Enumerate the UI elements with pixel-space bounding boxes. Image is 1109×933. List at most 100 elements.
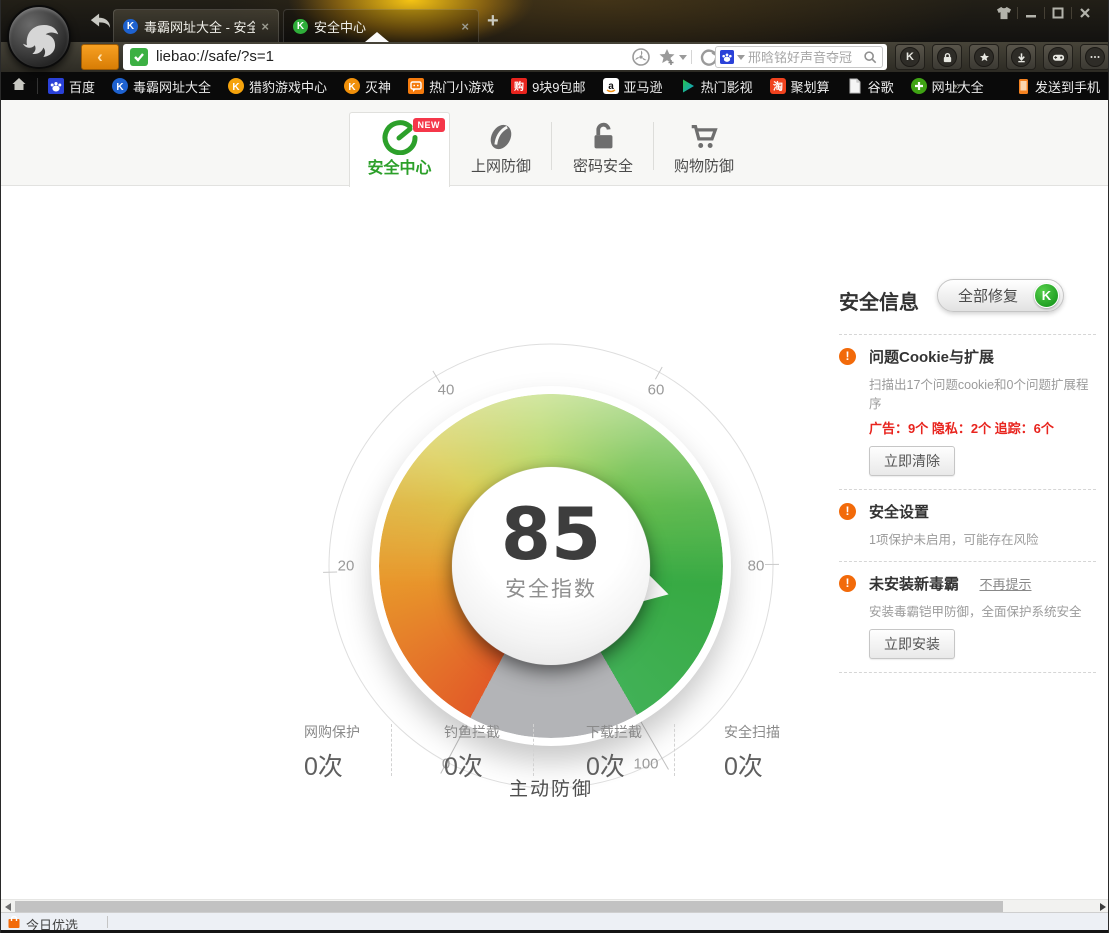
stat-shopping-protection: 网购保护 0次 xyxy=(304,722,360,783)
address-bar[interactable]: liebao://safe/?s=1 xyxy=(123,44,887,70)
download-arrow-icon xyxy=(1011,47,1031,67)
privacy-lock-button[interactable] xyxy=(932,44,962,70)
bookmark-hot-games[interactable]: 热门小游戏 xyxy=(408,77,494,96)
home-icon[interactable] xyxy=(11,76,27,97)
skin-theme-icon[interactable] xyxy=(991,4,1017,22)
games-button[interactable] xyxy=(1043,44,1073,70)
cheetah-icon xyxy=(16,14,66,64)
mieshen-k-icon: K xyxy=(344,78,360,94)
dubba-favicon: K xyxy=(123,19,138,34)
bookmark-dubba[interactable]: K 毒霸网址大全 xyxy=(112,77,211,96)
tab-close-icon[interactable]: × xyxy=(461,19,469,34)
duba-k-button[interactable]: K xyxy=(895,44,925,70)
maximize-button[interactable] xyxy=(1045,4,1071,22)
new-badge: NEW xyxy=(413,118,446,132)
clean-now-button[interactable]: 立即清除 xyxy=(869,446,955,476)
divider xyxy=(674,724,675,776)
divider xyxy=(107,916,108,928)
gauge-tick-60: 60 xyxy=(648,382,665,399)
magnifier-icon[interactable] xyxy=(863,50,877,64)
gauge-center-disc: 85 安全指数 xyxy=(452,467,650,665)
bookmark-9kuai9[interactable]: 购 9块9包邮 xyxy=(511,77,585,96)
site-safe-check-icon xyxy=(130,48,148,66)
tab-password-security[interactable]: 密码安全 xyxy=(553,112,653,184)
bookmark-liebao-games[interactable]: K 猎豹游戏中心 xyxy=(228,77,327,96)
tab-security-center[interactable]: NEW 安全中心 xyxy=(349,112,450,187)
gou-shopping-icon: 购 xyxy=(511,78,527,94)
scrollbar-thumb[interactable] xyxy=(15,901,1003,912)
alert-icon: ! xyxy=(839,503,856,520)
status-bar: 今日优选 xyxy=(1,912,1109,930)
toolbar-buttons: K xyxy=(895,44,1109,70)
scroll-left-arrow-icon[interactable] xyxy=(5,903,11,911)
bookmark-baidu[interactable]: 百度 xyxy=(48,77,95,96)
add-favorite-star-icon[interactable] xyxy=(657,47,677,67)
bookmark-juhuasuan[interactable]: 淘 聚划算 xyxy=(770,77,830,96)
baidu-search-engine-icon[interactable] xyxy=(720,50,734,64)
ellipsis-icon xyxy=(1085,47,1105,67)
bookmarks-overflow-chevron[interactable]: » xyxy=(953,78,961,93)
downloads-button[interactable] xyxy=(1006,44,1036,70)
bookmark-hot-video[interactable]: 热门影视 xyxy=(680,77,753,96)
fan-accelerator-icon[interactable] xyxy=(631,47,651,67)
gauge-tick-80: 80 xyxy=(748,558,765,575)
divider xyxy=(37,78,38,94)
page-content: NEW 安全中心 上网防御 密码安全 购物防御 xyxy=(1,100,1109,899)
bookmark-google[interactable]: 谷歌 xyxy=(847,77,894,96)
protection-stats: 网购保护 0次 钓鱼拦截 0次 下载拦截 0次 安全扫描 0次 xyxy=(1,722,1109,782)
send-to-phone-button[interactable]: 发送到手机 xyxy=(1018,72,1100,100)
duba-k-icon: K xyxy=(112,78,128,94)
more-menu-button[interactable] xyxy=(1080,44,1109,70)
favorite-dropdown-icon[interactable] xyxy=(679,55,687,60)
scroll-right-arrow-icon[interactable] xyxy=(1100,903,1106,911)
fix-all-button[interactable]: 全部修复 K xyxy=(937,279,1064,312)
stat-download-block: 下载拦截 0次 xyxy=(586,722,642,783)
dont-remind-link[interactable]: 不再提示 xyxy=(979,577,1031,592)
leaf-shield-icon xyxy=(484,120,518,159)
svg-text:K: K xyxy=(348,82,356,93)
stat-phishing-block: 钓鱼拦截 0次 xyxy=(444,722,500,783)
phone-icon xyxy=(1018,78,1029,95)
rewind-back-icon[interactable] xyxy=(87,10,113,32)
duba-k-badge-icon: K xyxy=(1034,283,1059,308)
panel-title: 安全信息 xyxy=(839,286,919,315)
close-button[interactable] xyxy=(1072,4,1098,22)
install-now-button[interactable]: 立即安装 xyxy=(869,629,955,659)
security-settings-section: ! 安全设置 1项保护未启用，可能存在风险 xyxy=(839,490,1096,562)
amazon-icon: a xyxy=(603,78,619,94)
page-icon xyxy=(847,78,863,94)
security-score-value: 85 xyxy=(452,495,650,573)
star-icon xyxy=(974,47,994,67)
stat-security-scan: 安全扫描 0次 xyxy=(724,722,780,783)
search-box[interactable] xyxy=(715,46,883,68)
chat-bubble-icon xyxy=(408,78,424,94)
tao-icon: 淘 xyxy=(770,78,786,94)
url-text[interactable]: liebao://safe/?s=1 xyxy=(156,48,274,65)
divider xyxy=(691,50,692,64)
padlock-icon xyxy=(586,120,620,159)
new-tab-button[interactable]: + xyxy=(487,11,499,31)
game-center-k-icon: K xyxy=(228,78,244,94)
minimize-button[interactable] xyxy=(1018,4,1044,22)
browser-tab-dubba[interactable]: K 毒霸网址大全 - 安全... × xyxy=(113,9,279,42)
titlebar: K 毒霸网址大全 - 安全... × K 安全中心 × + xyxy=(1,0,1109,42)
address-row: ‹ liebao://safe/?s=1 xyxy=(1,42,1109,72)
green-plus-circle-icon xyxy=(911,78,927,94)
tab-close-icon[interactable]: × xyxy=(261,19,269,34)
back-button[interactable]: ‹ xyxy=(81,44,119,70)
search-engine-dropdown-icon[interactable] xyxy=(737,55,745,60)
favorites-star-button[interactable] xyxy=(969,44,999,70)
svg-text:K: K xyxy=(232,82,240,93)
search-input[interactable] xyxy=(748,50,860,65)
lock-icon xyxy=(937,47,957,67)
liebao-browser-menu-logo[interactable] xyxy=(7,5,71,69)
issue-sections: ! 问题Cookie与扩展 扫描出17个问题cookie和0个问题扩展程序 广告… xyxy=(839,334,1096,673)
bookmark-site-nav[interactable]: 网址大全 xyxy=(911,77,984,96)
tab-web-defense[interactable]: 上网防御 xyxy=(451,112,551,184)
alert-icon: ! xyxy=(839,575,856,592)
shopping-cart-icon xyxy=(687,120,721,159)
horizontal-scrollbar[interactable] xyxy=(1,899,1109,912)
tab-shopping-defense[interactable]: 购物防御 xyxy=(654,112,754,184)
bookmark-mieshen[interactable]: K 灭神 xyxy=(344,77,391,96)
bookmark-amazon[interactable]: a 亚马逊 xyxy=(603,77,663,96)
